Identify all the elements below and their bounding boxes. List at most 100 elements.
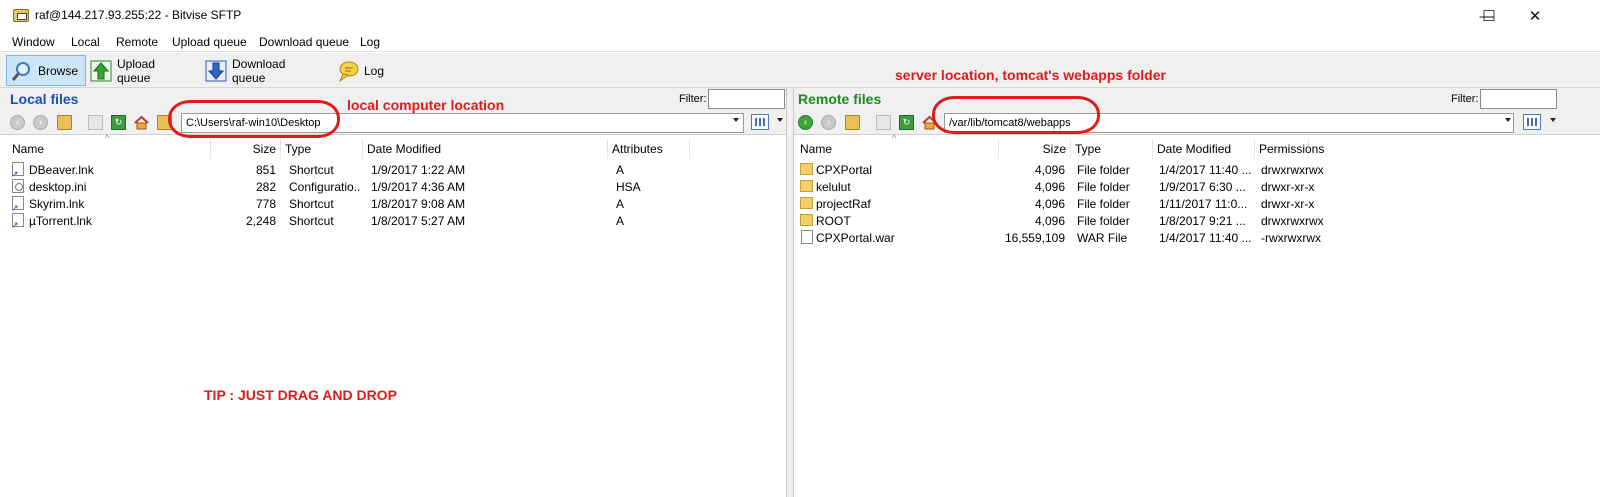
view-dropdown-icon[interactable] <box>1550 118 1556 122</box>
remote-path-highlight-oval <box>932 96 1100 134</box>
shortcut-icon <box>11 196 24 214</box>
col-date-modified[interactable]: Date Modified <box>1153 139 1255 159</box>
file-date: 1/9/2017 4:36 AM <box>371 180 466 194</box>
forward-icon[interactable]: › <box>33 115 48 130</box>
folder-icon <box>800 197 813 209</box>
col-permissions[interactable]: Permissions <box>1255 139 1324 159</box>
col-name[interactable]: Name <box>8 139 211 159</box>
file-name: CPXPortal <box>816 163 873 177</box>
file-name: Skyrim.lnk <box>29 197 85 211</box>
file-permissions: drwxr-xr-x <box>1261 180 1315 194</box>
file-size: 4,096 <box>1034 214 1065 228</box>
view-mode-icon[interactable] <box>1523 114 1541 130</box>
file-attributes: A <box>616 214 625 228</box>
settings-file-icon <box>12 179 24 193</box>
list-item[interactable]: CPXPortal 4,096 File folder 1/4/2017 11:… <box>794 161 1600 178</box>
magnifier-icon <box>11 60 33 82</box>
col-size[interactable]: Size <box>999 139 1071 159</box>
file-permissions: drwxrwxrwx <box>1261 163 1324 177</box>
speech-bubble-icon <box>337 60 359 83</box>
file-size: 851 <box>255 163 276 177</box>
col-type[interactable]: Type <box>281 139 363 159</box>
menu-log[interactable]: Log <box>360 35 380 49</box>
list-item[interactable]: Skyrim.lnk 778 Shortcut 1/8/2017 9:08 AM… <box>0 195 786 214</box>
download-queue-button[interactable]: Download queue <box>201 55 321 86</box>
close-button[interactable]: ✕ <box>1512 0 1558 32</box>
col-size[interactable]: Size <box>211 139 281 159</box>
back-icon[interactable]: ‹ <box>10 115 25 130</box>
remote-path-dropdown-icon[interactable] <box>1505 118 1511 122</box>
browse-button[interactable]: Browse <box>6 55 86 86</box>
log-label: Log <box>364 63 385 78</box>
forward-icon[interactable]: › <box>821 115 836 130</box>
local-nav-bar: ‹ › ↻ <box>0 110 786 135</box>
file-name: µTorrent.lnk <box>29 214 92 228</box>
log-button[interactable]: Log <box>333 55 389 86</box>
file-type: File folder <box>1077 197 1130 211</box>
menu-download-queue[interactable]: Download queue <box>259 35 349 49</box>
remote-files-pane: Remote files Filter: ‹ › ↻ ^ Name Size T… <box>793 88 1600 497</box>
shortcut-icon <box>11 213 24 231</box>
file-size: 4,096 <box>1034 197 1065 211</box>
file-name: DBeaver.lnk <box>29 163 94 177</box>
list-item[interactable]: projectRaf 4,096 File folder 1/11/2017 1… <box>794 195 1600 212</box>
local-path-highlight-oval <box>168 100 340 138</box>
upload-queue-button[interactable]: Upload queue <box>86 55 196 86</box>
view-dropdown-icon[interactable] <box>777 118 783 122</box>
remote-filter-input[interactable] <box>1480 89 1557 109</box>
file-date: 1/9/2017 1:22 AM <box>371 163 466 177</box>
list-item[interactable]: DBeaver.lnk 851 Shortcut 1/9/2017 1:22 A… <box>0 161 786 180</box>
file-date: 1/4/2017 11:40 ... <box>1159 163 1252 177</box>
browse-label: Browse <box>38 63 79 78</box>
remote-pane-header: Remote files Filter: <box>794 88 1600 110</box>
menu-window[interactable]: Window <box>12 35 55 49</box>
refresh-icon[interactable]: ↻ <box>899 115 914 130</box>
back-icon[interactable]: ‹ <box>798 115 813 130</box>
col-date-modified[interactable]: Date Modified <box>363 139 608 159</box>
delete-icon[interactable] <box>876 115 891 130</box>
file-size: 778 <box>255 197 276 211</box>
menu-remote[interactable]: Remote <box>116 35 158 49</box>
bitvise-app-icon <box>13 9 29 22</box>
list-item[interactable]: desktop.ini 282 Configuratio... 1/9/2017… <box>0 178 786 195</box>
delete-icon[interactable] <box>88 115 103 130</box>
app-shortcut-icon <box>11 162 24 180</box>
col-name[interactable]: Name <box>796 139 999 159</box>
upload-queue-label: Upload queue <box>117 56 156 85</box>
file-size: 4,096 <box>1034 180 1065 194</box>
maximize-button[interactable]: ☐ <box>1466 0 1512 32</box>
folder-icon <box>800 180 813 192</box>
file-name: projectRaf <box>816 197 871 211</box>
menu-bar: Window Local Remote Upload queue Downloa… <box>0 32 1600 52</box>
refresh-icon[interactable]: ↻ <box>111 115 126 130</box>
local-files-title: Local files <box>10 91 79 107</box>
folder-up-icon[interactable] <box>845 115 860 130</box>
file-type: Shortcut <box>289 214 334 228</box>
drag-drop-tip-annotation: TIP : JUST DRAG AND DROP <box>204 387 397 403</box>
menu-local[interactable]: Local <box>71 35 100 49</box>
file-date: 1/11/2017 11:0... <box>1159 197 1248 211</box>
local-filter-input[interactable] <box>708 89 785 109</box>
remote-column-header: ^ Name Size Type Date Modified Permissio… <box>794 133 1600 159</box>
view-mode-icon[interactable] <box>751 114 769 130</box>
folder-up-icon[interactable] <box>57 115 72 130</box>
file-name: desktop.ini <box>29 180 87 194</box>
list-item[interactable]: µTorrent.lnk 2,248 Shortcut 1/8/2017 5:2… <box>0 212 786 231</box>
list-item[interactable]: CPXPortal.war 16,559,109 WAR File 1/4/20… <box>794 229 1600 246</box>
col-attributes[interactable]: Attributes <box>608 139 690 159</box>
file-name: ROOT <box>816 214 851 228</box>
list-item[interactable]: kelulut 4,096 File folder 1/9/2017 6:30 … <box>794 178 1600 195</box>
list-item[interactable]: ROOT 4,096 File folder 1/8/2017 9:21 ...… <box>794 212 1600 229</box>
file-type: Shortcut <box>289 163 334 177</box>
remote-nav-bar: ‹ › ↻ <box>794 110 1600 135</box>
file-attributes: HSA <box>616 180 641 194</box>
menu-upload-queue[interactable]: Upload queue <box>172 35 247 49</box>
file-date: 1/4/2017 11:40 ... <box>1159 231 1252 245</box>
local-path-dropdown-icon[interactable] <box>733 118 739 122</box>
file-type: File folder <box>1077 180 1130 194</box>
remote-files-title: Remote files <box>798 91 882 107</box>
col-type[interactable]: Type <box>1071 139 1153 159</box>
file-type: File folder <box>1077 214 1130 228</box>
file-permissions: drwxrwxrwx <box>1261 214 1324 228</box>
home-icon[interactable] <box>134 115 149 130</box>
